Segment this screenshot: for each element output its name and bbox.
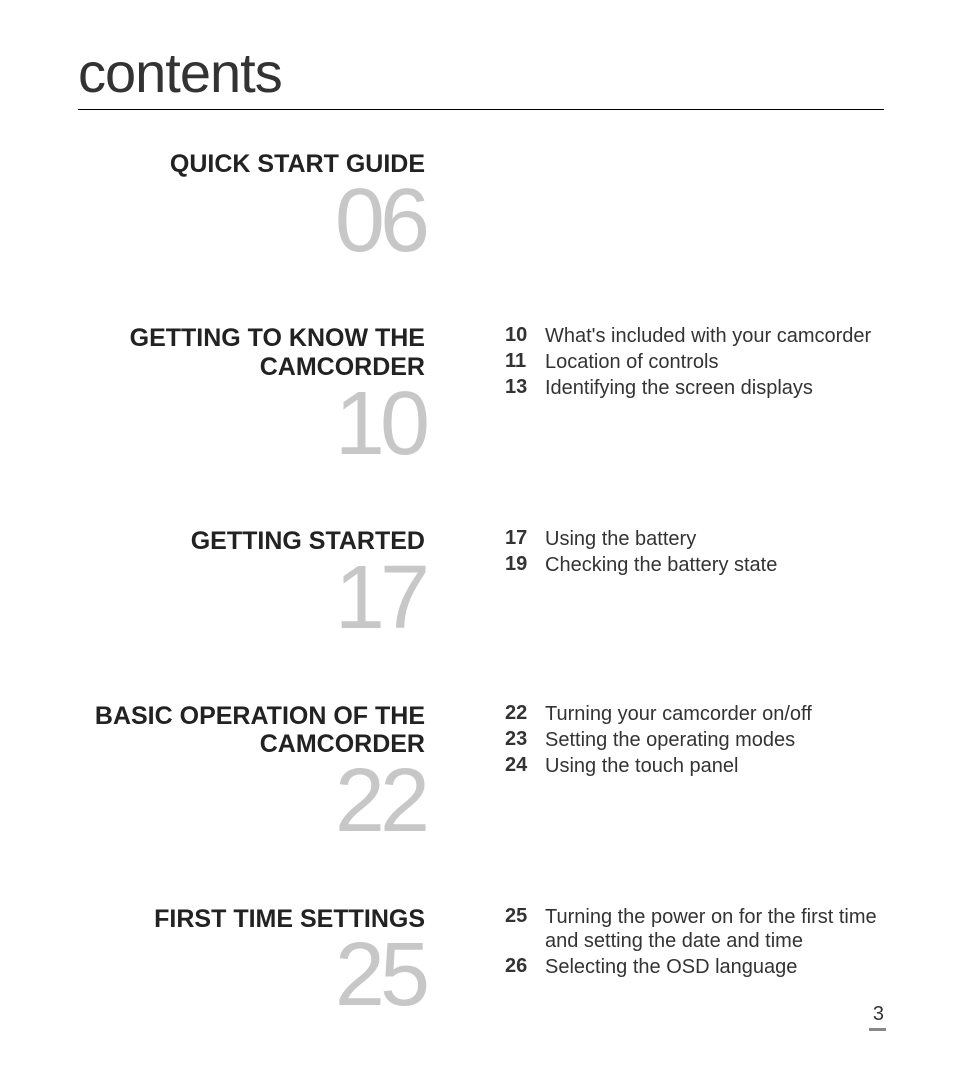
section-pagenum: 06 xyxy=(70,179,425,265)
section-heading-line1: BASIC OPERATION OF THE xyxy=(95,702,425,730)
toc-section: GETTING STARTED 17 17 Using the battery … xyxy=(70,527,884,641)
sub-page: 11 xyxy=(505,350,545,373)
toc-section: QUICK START GUIDE 06 xyxy=(70,150,884,264)
section-spacer xyxy=(425,702,505,845)
page-number: 3 xyxy=(869,1003,886,1031)
sub-title: Using the battery xyxy=(545,527,696,551)
sub-title: Using the touch panel xyxy=(545,754,738,778)
section-left: FIRST TIME SETTINGS 25 xyxy=(70,905,425,1019)
sub-row: 22 Turning your camcorder on/off xyxy=(505,702,884,726)
sub-row: 19 Checking the battery state xyxy=(505,553,884,577)
section-pagenum: 17 xyxy=(70,556,425,642)
section-spacer xyxy=(425,150,505,264)
sub-row: 13 Identifying the screen displays xyxy=(505,376,884,400)
sub-row: 10 What's included with your camcorder xyxy=(505,324,884,348)
sub-page: 25 xyxy=(505,905,545,928)
section-spacer xyxy=(425,527,505,641)
section-pagenum: 25 xyxy=(70,933,425,1019)
sub-row: 25 Turning the power on for the first ti… xyxy=(505,905,884,953)
sub-title: Identifying the screen displays xyxy=(545,376,813,400)
sub-title: Setting the operating modes xyxy=(545,728,795,752)
section-pagenum: 10 xyxy=(70,382,425,468)
sub-title: Location of controls xyxy=(545,350,718,374)
toc-section: FIRST TIME SETTINGS 25 25 Turning the po… xyxy=(70,905,884,1019)
section-right: 10 What's included with your camcorder 1… xyxy=(505,324,884,467)
section-right: 17 Using the battery 19 Checking the bat… xyxy=(505,527,884,641)
section-spacer xyxy=(425,905,505,1019)
section-spacer xyxy=(425,324,505,467)
sub-page: 19 xyxy=(505,553,545,576)
sub-title: Selecting the OSD language xyxy=(545,955,797,979)
sub-row: 17 Using the battery xyxy=(505,527,884,551)
sub-title: Turning the power on for the first time … xyxy=(545,905,884,953)
sub-page: 23 xyxy=(505,728,545,751)
sub-page: 13 xyxy=(505,376,545,399)
sub-row: 23 Setting the operating modes xyxy=(505,728,884,752)
sub-page: 24 xyxy=(505,754,545,777)
toc-section: BASIC OPERATION OF THE CAMCORDER 22 22 T… xyxy=(70,702,884,845)
sub-title: Checking the battery state xyxy=(545,553,777,577)
sub-page: 10 xyxy=(505,324,545,347)
section-heading-line1: GETTING TO KNOW THE xyxy=(130,324,425,352)
section-left: GETTING STARTED 17 xyxy=(70,527,425,641)
toc-section: GETTING TO KNOW THE CAMCORDER 10 10 What… xyxy=(70,324,884,467)
section-pagenum: 22 xyxy=(70,759,425,845)
sub-title: Turning your camcorder on/off xyxy=(545,702,812,726)
sub-row: 26 Selecting the OSD language xyxy=(505,955,884,979)
section-right xyxy=(505,150,884,264)
section-right: 25 Turning the power on for the first ti… xyxy=(505,905,884,1019)
section-right: 22 Turning your camcorder on/off 23 Sett… xyxy=(505,702,884,845)
sub-page: 22 xyxy=(505,702,545,725)
page-title: contents xyxy=(78,40,884,110)
sub-title: What's included with your camcorder xyxy=(545,324,871,348)
sub-row: 11 Location of controls xyxy=(505,350,884,374)
sub-page: 26 xyxy=(505,955,545,978)
sub-row: 24 Using the touch panel xyxy=(505,754,884,778)
section-left: BASIC OPERATION OF THE CAMCORDER 22 xyxy=(70,702,425,845)
section-left: QUICK START GUIDE 06 xyxy=(70,150,425,264)
sub-page: 17 xyxy=(505,527,545,550)
section-left: GETTING TO KNOW THE CAMCORDER 10 xyxy=(70,324,425,467)
